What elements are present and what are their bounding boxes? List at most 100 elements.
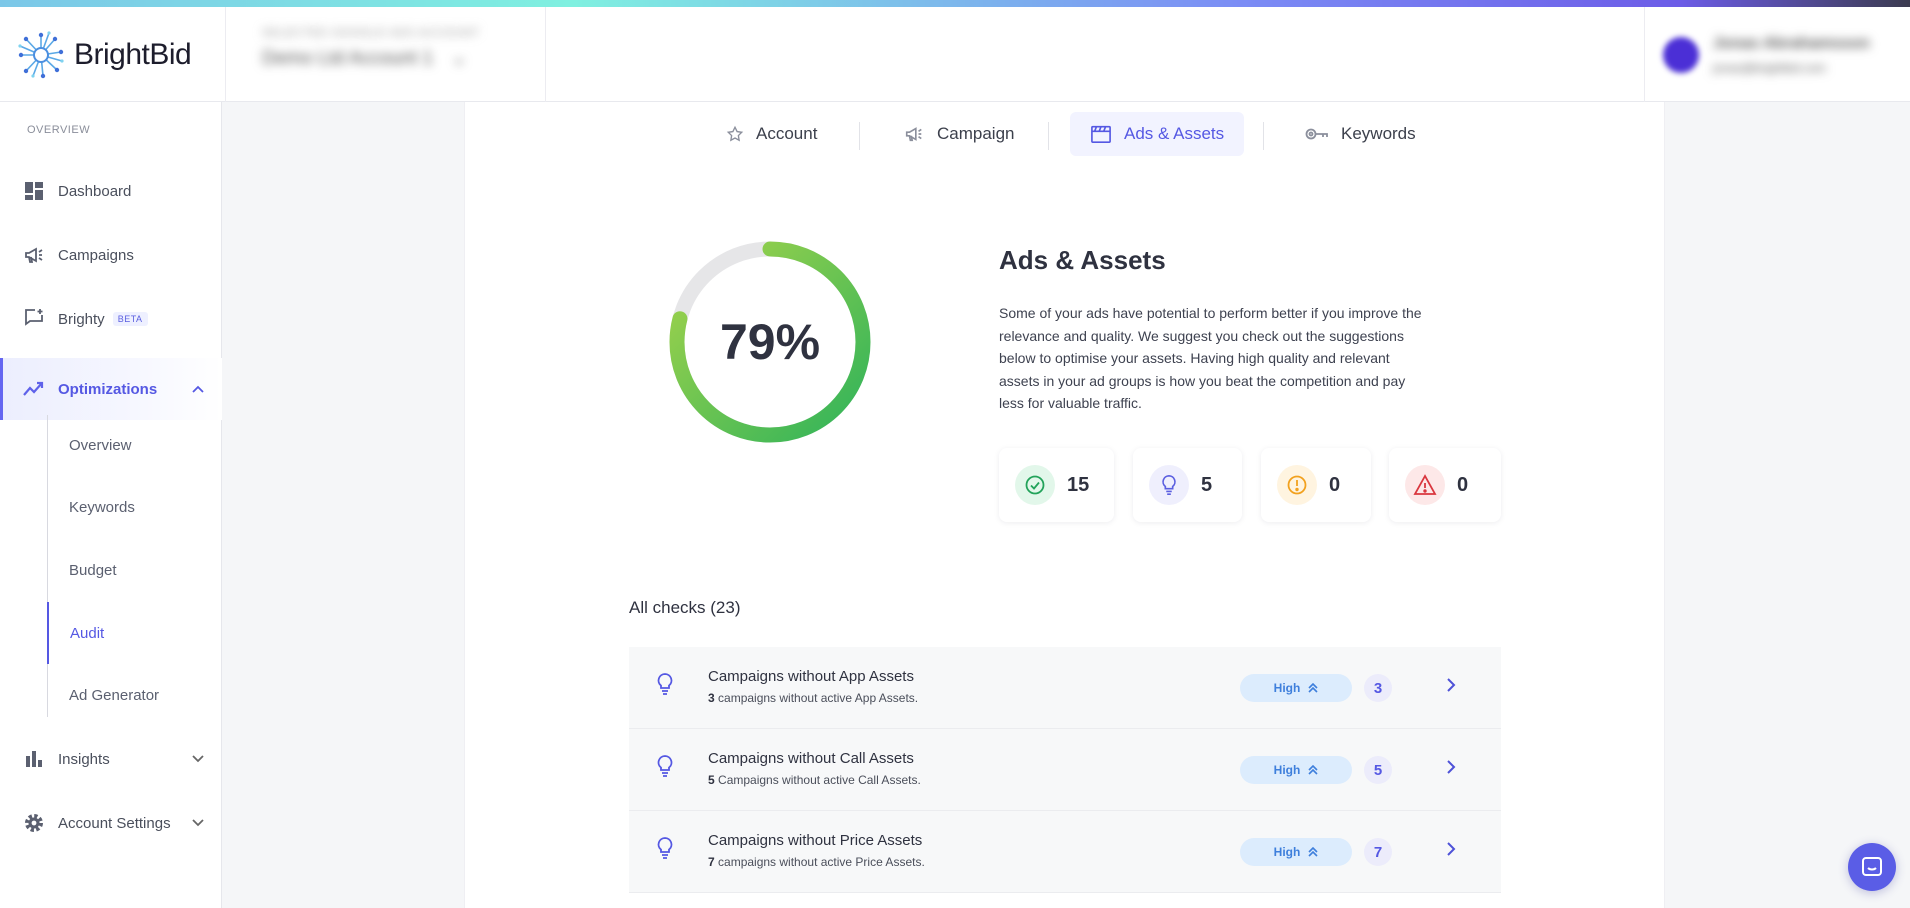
dashboard-icon: [22, 179, 46, 203]
score-value: 79%: [719, 314, 821, 370]
chevron-right-icon[interactable]: [1446, 677, 1456, 698]
tab-keywords[interactable]: Keywords: [1285, 112, 1436, 156]
check-subtitle: 7 campaigns without active Price Assets.: [708, 855, 925, 869]
double-chevron-up-icon: [1308, 847, 1318, 857]
tab-label: Keywords: [1341, 124, 1416, 143]
tab-label: Account: [756, 124, 818, 143]
sidebar-item-insights[interactable]: Insights: [0, 734, 222, 784]
check-count-badge: 7: [1364, 838, 1392, 866]
chevron-right-icon[interactable]: [1446, 841, 1456, 862]
logo[interactable]: BrightBid: [0, 7, 226, 102]
clapper-icon: [1090, 124, 1112, 144]
check-subtitle-text: campaigns without active Price Assets.: [714, 855, 925, 869]
check-count-inline: 5: [708, 773, 715, 787]
sidebar-item-account-settings[interactable]: Account Settings: [0, 798, 222, 848]
stat-suggestions[interactable]: 5: [1133, 448, 1242, 522]
priority-badge: High: [1240, 674, 1352, 702]
check-row[interactable]: Campaigns without App Assets 3 campaigns…: [629, 647, 1501, 729]
user-email: jonas@brightbid.com: [1713, 60, 1826, 75]
sidebar-item-label: Dashboard: [58, 182, 132, 200]
beta-badge: BETA: [112, 312, 148, 326]
tab-divider: [1263, 122, 1264, 150]
check-title: Campaigns without App Assets: [708, 668, 914, 685]
star-icon: [726, 125, 744, 143]
sidebar-item-campaigns[interactable]: Campaigns: [0, 230, 222, 280]
check-row[interactable]: Campaigns without Price Assets 7 campaig…: [629, 811, 1501, 893]
bar-chart-icon: [22, 747, 46, 771]
sidebar-item-label: Optimizations: [58, 380, 158, 398]
sidebar-item-label: Campaigns: [58, 246, 134, 264]
alert-circle-icon: [1277, 465, 1317, 505]
submenu-item-ad-generator[interactable]: Ad Generator: [47, 675, 222, 715]
section-title: Ads & Assets: [999, 245, 1166, 275]
priority-label: High: [1273, 845, 1301, 859]
chat-sparkle-icon: [22, 307, 46, 331]
user-name: Jonas Abrahamsson: [1713, 34, 1870, 52]
bulb-icon: [655, 672, 675, 701]
gear-icon: [22, 811, 46, 835]
audit-tabs: Account Campaign Ads & Assets Keywords: [465, 112, 1666, 158]
sidebar-item-label: Account Settings: [58, 814, 171, 832]
check-title: Campaigns without Price Assets: [708, 832, 923, 849]
megaphone-icon: [22, 243, 46, 267]
stat-value: 0: [1457, 473, 1469, 496]
check-count-inline: 3: [708, 691, 715, 705]
check-count-inline: 7: [708, 855, 715, 869]
sidebar-item-dashboard[interactable]: Dashboard: [0, 166, 222, 216]
stat-warnings[interactable]: 0: [1261, 448, 1371, 522]
double-chevron-up-icon: [1308, 765, 1318, 775]
user-menu[interactable]: Jonas Abrahamsson jonas@brightbid.com: [1644, 7, 1910, 102]
avatar: [1663, 36, 1699, 73]
account-label: SELECTED GOOGLE ADS ACCOUNT: [262, 27, 480, 39]
checks-title: All checks (23): [629, 598, 741, 617]
check-subtitle-text: Campaigns without active Call Assets.: [714, 773, 921, 787]
key-icon: [1305, 126, 1329, 142]
submenu-item-keywords[interactable]: Keywords: [47, 487, 222, 527]
chevron-up-icon: [192, 382, 204, 396]
priority-label: High: [1273, 681, 1301, 695]
priority-badge: High: [1240, 838, 1352, 866]
account-switcher[interactable]: SELECTED GOOGLE ADS ACCOUNT Demo Ltd Acc…: [226, 7, 546, 102]
check-circle-icon: [1015, 465, 1055, 505]
stat-passed[interactable]: 15: [999, 448, 1114, 522]
tab-ads-assets[interactable]: Ads & Assets: [1070, 112, 1245, 156]
bulb-icon: [1149, 465, 1189, 505]
chevron-down-icon: [192, 752, 204, 766]
stat-errors[interactable]: 0: [1389, 448, 1501, 522]
tab-campaign[interactable]: Campaign: [883, 112, 1035, 156]
section-description: Some of your ads have potential to perfo…: [999, 305, 1422, 411]
tab-divider: [859, 122, 860, 150]
tab-label: Campaign: [937, 124, 1015, 143]
chat-icon: [1862, 857, 1882, 876]
chevron-right-icon[interactable]: [1446, 759, 1456, 780]
check-count-badge: 5: [1364, 756, 1392, 784]
logo-text: BrightBid: [74, 37, 192, 71]
background-panel-left: [222, 102, 464, 908]
tab-label: Ads & Assets: [1124, 124, 1225, 143]
double-chevron-up-icon: [1308, 683, 1318, 693]
check-title: Campaigns without Call Assets: [708, 750, 914, 767]
chat-launcher-button[interactable]: [1848, 843, 1896, 891]
background-panel-right: [1665, 102, 1910, 908]
submenu-item-budget[interactable]: Budget: [47, 550, 222, 590]
stat-value: 15: [1067, 473, 1090, 496]
check-count-badge: 3: [1364, 674, 1392, 702]
chevron-down-icon: [192, 816, 204, 830]
tab-account[interactable]: Account: [706, 112, 837, 156]
sidebar-item-optimizations[interactable]: Optimizations: [0, 358, 222, 420]
check-subtitle: 3 campaigns without active App Assets.: [708, 691, 918, 705]
main-panel: Account Campaign Ads & Assets Keywords 7…: [464, 102, 1665, 908]
sidebar-item-brighty[interactable]: Brighty BETA: [0, 294, 222, 344]
check-row[interactable]: Campaigns without Call Assets 5 Campaign…: [629, 729, 1501, 811]
warning-icon: [1405, 465, 1445, 505]
priority-badge: High: [1240, 756, 1352, 784]
chevron-down-icon: ⌄: [451, 48, 468, 69]
stat-value: 0: [1329, 473, 1341, 496]
sidebar-item-label: Insights: [58, 750, 110, 768]
account-name: Demo Ltd Account 1 ⌄: [262, 47, 509, 70]
submenu-item-overview[interactable]: Overview: [47, 425, 222, 465]
brightbid-logo-icon: [18, 30, 64, 78]
user-info: Jonas Abrahamsson jonas@brightbid.com: [1713, 35, 1870, 75]
bulb-icon: [655, 754, 675, 783]
submenu-item-audit[interactable]: Audit: [47, 602, 222, 664]
